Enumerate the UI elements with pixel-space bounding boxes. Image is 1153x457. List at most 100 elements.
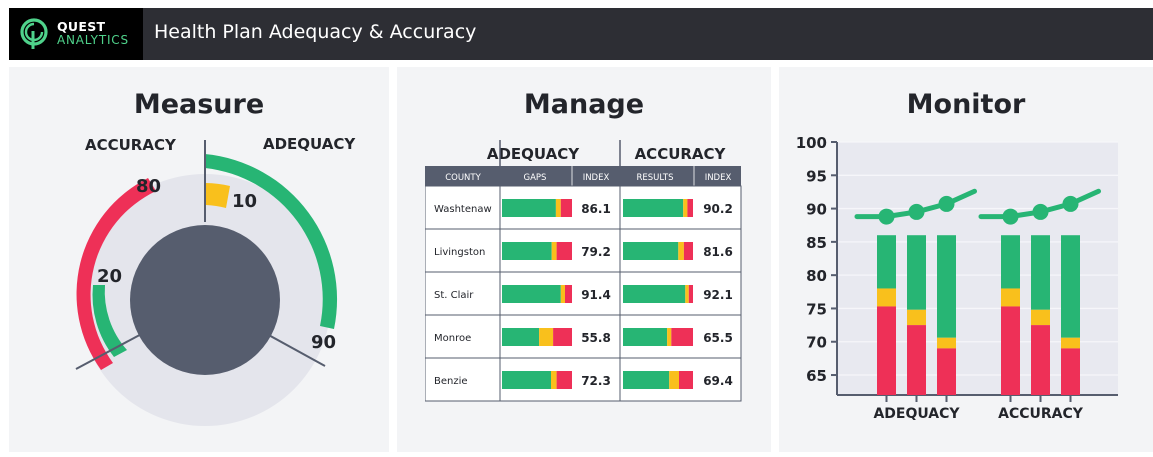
table-row[interactable]: Livingston 79.2 81.6 [425,228,742,273]
accuracy-index-value: 65.5 [703,331,733,345]
bar-segment [556,242,572,260]
bar-segment [551,242,557,260]
logo-text-analytics: ANALYTICS [57,33,129,47]
bar-segment [683,242,693,260]
y-tick-label: 85 [806,234,827,252]
adequacy-index-value: 72.3 [581,374,611,388]
manage-panel: Manage ADEQUACY ACCURACY COUNTY GAPS IND… [397,67,771,452]
bar-segment [669,371,679,389]
results-bar [623,199,693,217]
trend-point [1032,203,1049,220]
x-group-label: ADEQUACY [873,406,960,422]
group-header-adequacy: ADEQUACY [487,145,580,163]
bar-segment [678,242,684,260]
bar-green [937,235,956,338]
adequacy-index-value: 79.2 [581,245,611,259]
accuracy-index-value: 81.6 [703,245,733,259]
gaps-bar [502,285,572,303]
col-county: COUNTY [445,173,481,183]
results-bar [623,285,693,303]
accuracy-index-value: 90.2 [703,202,733,216]
y-tick-label: 100 [796,134,827,152]
county-name: Washtenaw [434,204,492,215]
adequacy-label: ADEQUACY [263,135,356,153]
table-row[interactable]: St. Clair 91.4 92.1 [425,271,742,316]
trend-point [908,203,925,220]
county-name: St. Clair [434,290,474,301]
col-index-adequacy: INDEX [583,173,610,183]
logo-text-quest: QUEST [57,19,106,34]
bar-segment [623,285,686,303]
bar-yellow [1061,337,1080,349]
bar-segment [551,371,557,389]
bar-segment [560,285,565,303]
bar-segment [623,328,668,346]
page-title: Health Plan Adequacy & Accuracy [154,21,477,43]
manage-title: Manage [523,89,645,120]
y-tick-label: 80 [806,267,827,285]
accuracy-index-value: 69.4 [703,374,733,388]
y-tick-label: 70 [806,334,827,352]
bar-red [1031,325,1050,395]
bar-segment [502,371,551,389]
county-name: Benzie [434,376,468,387]
bar-segment [688,285,693,303]
x-group-label: ACCURACY [998,406,1084,422]
adequacy-inner-arc [206,183,230,208]
bar-segment [539,328,554,346]
results-bar [623,328,693,346]
bar-segment [623,371,670,389]
bar-yellow [877,288,896,307]
y-tick-label: 65 [806,367,827,385]
accuracy-label: ACCURACY [85,136,177,154]
monitor-panel: Monitor 65 70 75 80 85 90 95 100 ADEQUACY ACCURAC… [779,67,1153,452]
bar-segment [683,199,688,217]
adequacy-index-value: 86.1 [581,202,611,216]
trend-point [878,208,895,225]
bar-segment [687,199,693,217]
bar-red [877,306,896,395]
county-name: Livingston [434,247,485,258]
bar-segment [679,371,693,389]
bar-segment [502,242,552,260]
gaps-bar [502,371,572,389]
bar-segment [565,285,572,303]
bar-segment [502,199,556,217]
table-body: Washtenaw 86.1 90.2 Livingston 79.2 81.6 St. C… [425,185,742,402]
bar-red [1061,348,1080,395]
gaps-bar [502,199,572,217]
adequacy-inner-value: 10 [232,191,257,212]
bar-segment [555,199,561,217]
bar-green [1031,235,1050,310]
results-bar [623,371,693,389]
center-circle [130,225,280,375]
table-row[interactable]: Benzie 72.3 69.4 [425,357,742,402]
bar-segment [553,328,572,346]
trend-point [1062,195,1079,212]
bar-yellow [1001,288,1020,307]
county-table: ADEQUACY ACCURACY COUNTY GAPS INDEX RESU… [425,140,742,402]
bar-segment [667,328,672,346]
bar-green [1001,235,1020,289]
results-bar [623,242,693,260]
bar-red [907,325,926,395]
y-tick-label: 90 [806,201,827,219]
bar-yellow [907,309,926,326]
accuracy-index-value: 92.1 [703,288,733,302]
bar-yellow [937,337,956,349]
trend-point [938,195,955,212]
bar-segment [502,285,561,303]
bar-red [1001,306,1020,395]
y-tick-label: 95 [806,167,827,185]
col-index-accuracy: INDEX [705,173,732,183]
bar-segment [556,371,572,389]
bar-yellow [1031,309,1050,326]
measure-panel: Measure ACCURACY ADEQUACY 80 10 20 90 [9,67,389,452]
table-row[interactable]: Monroe 55.8 65.5 [425,314,742,359]
adequacy-index-value: 91.4 [581,288,611,302]
quest-analytics-logo[interactable]: QUEST ANALYTICS [9,8,143,60]
table-row[interactable]: Washtenaw 86.1 90.2 [425,185,742,230]
adequacy-outer-value: 90 [311,332,336,353]
accuracy-outer-value: 80 [136,176,161,197]
bar-green [1061,235,1080,338]
